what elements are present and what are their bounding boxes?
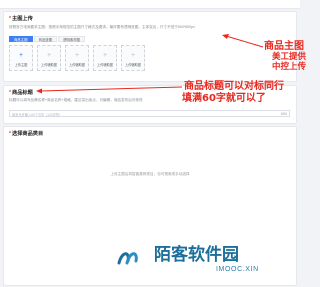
upload-slot-aux-2[interactable]: + 上传辅助图 bbox=[65, 45, 89, 71]
required-mark: * bbox=[9, 131, 12, 137]
watermark-logo-icon bbox=[117, 252, 138, 265]
product-title-text: 商品标题 bbox=[12, 90, 33, 96]
main-image-card: *主图上传 按照官方电商要求主图：按照手淘规范的主图尺寸格式及要求。最好要有透明… bbox=[3, 11, 297, 82]
upload-slot-label: 上传辅助图 bbox=[41, 63, 57, 67]
main-image-title-text: 主图上传 bbox=[12, 16, 33, 22]
required-mark: * bbox=[9, 16, 12, 22]
plus-icon: + bbox=[74, 52, 80, 59]
required-mark: * bbox=[9, 90, 12, 96]
category-section-title: *选择商品类目 bbox=[9, 130, 43, 137]
main-image-tabs: 商品主图 商品竖图 透明素材图 bbox=[9, 36, 86, 42]
image-upload-slots: + 上传主图 + 上传辅助图 + 上传辅助图 + 上传辅助图 + 上传辅助图 bbox=[9, 45, 149, 71]
annotation-title-line1: 商品标题可以对标同行 bbox=[184, 81, 284, 92]
upload-slot-label: 上传辅助图 bbox=[125, 63, 141, 67]
tab-vertical-image[interactable]: 商品竖图 bbox=[33, 36, 58, 42]
plus-icon: + bbox=[18, 52, 24, 59]
tab-main-image[interactable]: 商品主图 bbox=[9, 36, 33, 42]
watermark-name: 陌客软件园 bbox=[154, 245, 239, 265]
product-title-section-title: *商品标题 bbox=[9, 89, 33, 96]
upload-slot-aux-4[interactable]: + 上传辅助图 bbox=[121, 45, 145, 71]
plus-icon: + bbox=[46, 52, 52, 59]
plus-icon: + bbox=[130, 52, 136, 59]
annotation-main-image-line2: 美工提供 bbox=[272, 52, 307, 62]
upload-slot-aux-1[interactable]: + 上传辅助图 bbox=[37, 45, 61, 71]
upload-slot-main[interactable]: + 上传主图 bbox=[9, 45, 33, 71]
category-empty-hint: 上传主图后将智能推荐类目，也可搜索或手动选择 bbox=[110, 172, 190, 176]
input-placeholder: 最多允许输入60个汉字（120字符） bbox=[12, 113, 63, 117]
product-title-input[interactable]: 最多允许输入60个汉字（120字符） 0/60 bbox=[9, 110, 290, 117]
upload-slot-label: 上传辅助图 bbox=[69, 63, 85, 67]
category-title-text: 选择商品类目 bbox=[12, 131, 44, 137]
main-image-section-title: *主图上传 bbox=[9, 15, 33, 22]
product-title-description: 标题可以填写品牌名称+商品名称+规格，建议突出卖点，可编辑，商品发布后可修改 bbox=[9, 98, 143, 102]
annotation-main-image-line3: 中控上传 bbox=[272, 62, 307, 72]
tab-transparent-image[interactable]: 透明素材图 bbox=[58, 36, 86, 42]
annotation-main-image: 商品主图 bbox=[264, 41, 304, 52]
watermark: 陌客软件园 IMOOC.XIN bbox=[116, 240, 276, 285]
main-image-description: 按照官方电商要求主图：按照手淘规范的主图尺寸格式及要求。最好要有透明底图。主体突… bbox=[9, 25, 196, 29]
char-count: 0/60 bbox=[280, 112, 287, 116]
top-bar bbox=[0, 0, 300, 9]
plus-icon: + bbox=[102, 52, 108, 59]
watermark-url: IMOOC.XIN bbox=[216, 266, 259, 273]
upload-slot-label: 上传辅助图 bbox=[97, 63, 113, 67]
upload-slot-aux-3[interactable]: + 上传辅助图 bbox=[93, 45, 117, 71]
upload-slot-label: 上传主图 bbox=[14, 63, 28, 67]
annotation-title-line2: 填满60字就可以了 bbox=[182, 93, 266, 104]
